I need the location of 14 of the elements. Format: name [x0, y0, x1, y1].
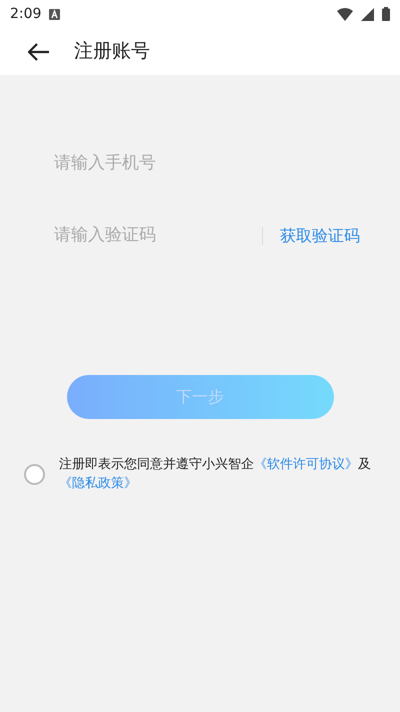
status-time: 2:09: [10, 4, 42, 24]
agree-checkbox[interactable]: [24, 464, 45, 484]
signal-icon: [361, 8, 374, 20]
license-link[interactable]: 《软件许可协议》: [254, 457, 358, 472]
get-code-link[interactable]: 获取验证码: [280, 224, 360, 248]
wifi-icon: [337, 8, 353, 20]
notification-icon: [49, 8, 60, 20]
privacy-link[interactable]: 《隐私政策》: [59, 476, 137, 491]
back-arrow-icon[interactable]: [28, 42, 50, 60]
agreement-text: 注册即表示您同意并遵守小兴智企《软件许可协议》及 《隐私政策》: [59, 456, 372, 493]
code-input-field[interactable]: 请输入验证码: [54, 223, 262, 249]
page-title: 注册账号: [74, 39, 150, 64]
phone-input-field[interactable]: 请输入手机号: [54, 151, 346, 177]
battery-icon: [382, 7, 390, 21]
